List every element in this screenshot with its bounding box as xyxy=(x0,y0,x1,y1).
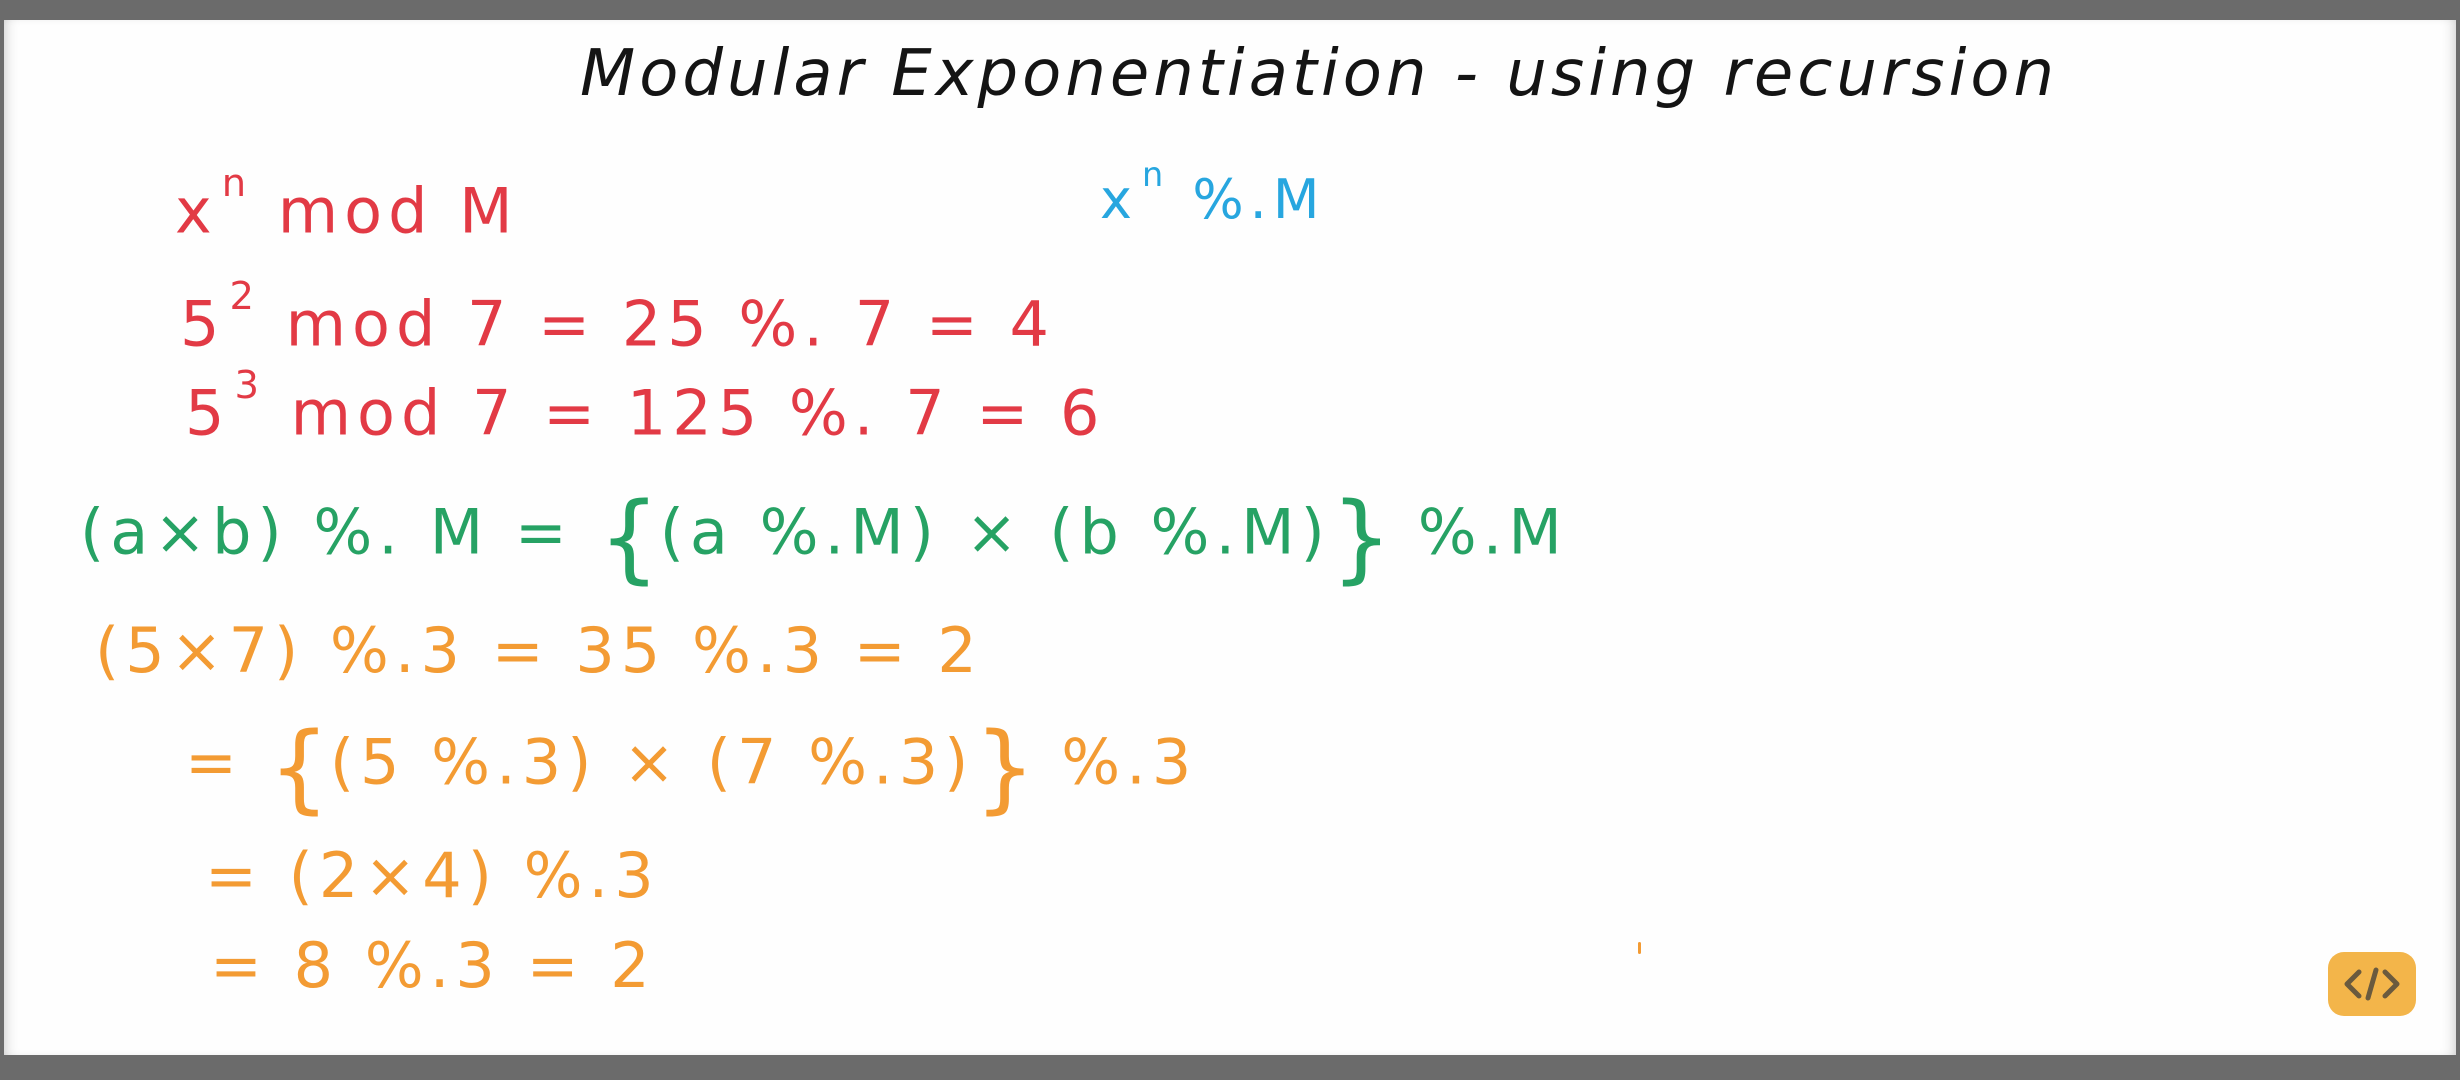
example-5-squared-mod-7: 52 mod 7 = 25 %. 7 = 4 xyxy=(180,274,1056,361)
code-brackets-icon xyxy=(2328,952,2416,1016)
product-example-line-1: (5×7) %.3 = 35 %.3 = 2 xyxy=(95,614,983,687)
ink-speck xyxy=(1638,942,1641,954)
product-example-line-4: = 8 %.3 = 2 xyxy=(210,929,656,1002)
product-example-line-2: = {(5 %.3) × (7 %.3)} %.3 xyxy=(185,712,1198,824)
board-title: Modular Exponentiation - using recursion xyxy=(580,37,2059,111)
example-5-cubed-mod-7: 53 mod 7 = 125 %. 7 = 6 xyxy=(185,363,1106,450)
expression-x-pow-n-mod-m: xn mod M xyxy=(175,161,519,248)
expression-x-pow-n-percent-m: xn %.M xyxy=(1100,155,1326,231)
product-example-line-3: = (2×4) %.3 xyxy=(205,839,660,912)
modular-product-rule: (a×b) %. M = {(a %.M) × (b %.M)} %.M xyxy=(80,482,1568,594)
